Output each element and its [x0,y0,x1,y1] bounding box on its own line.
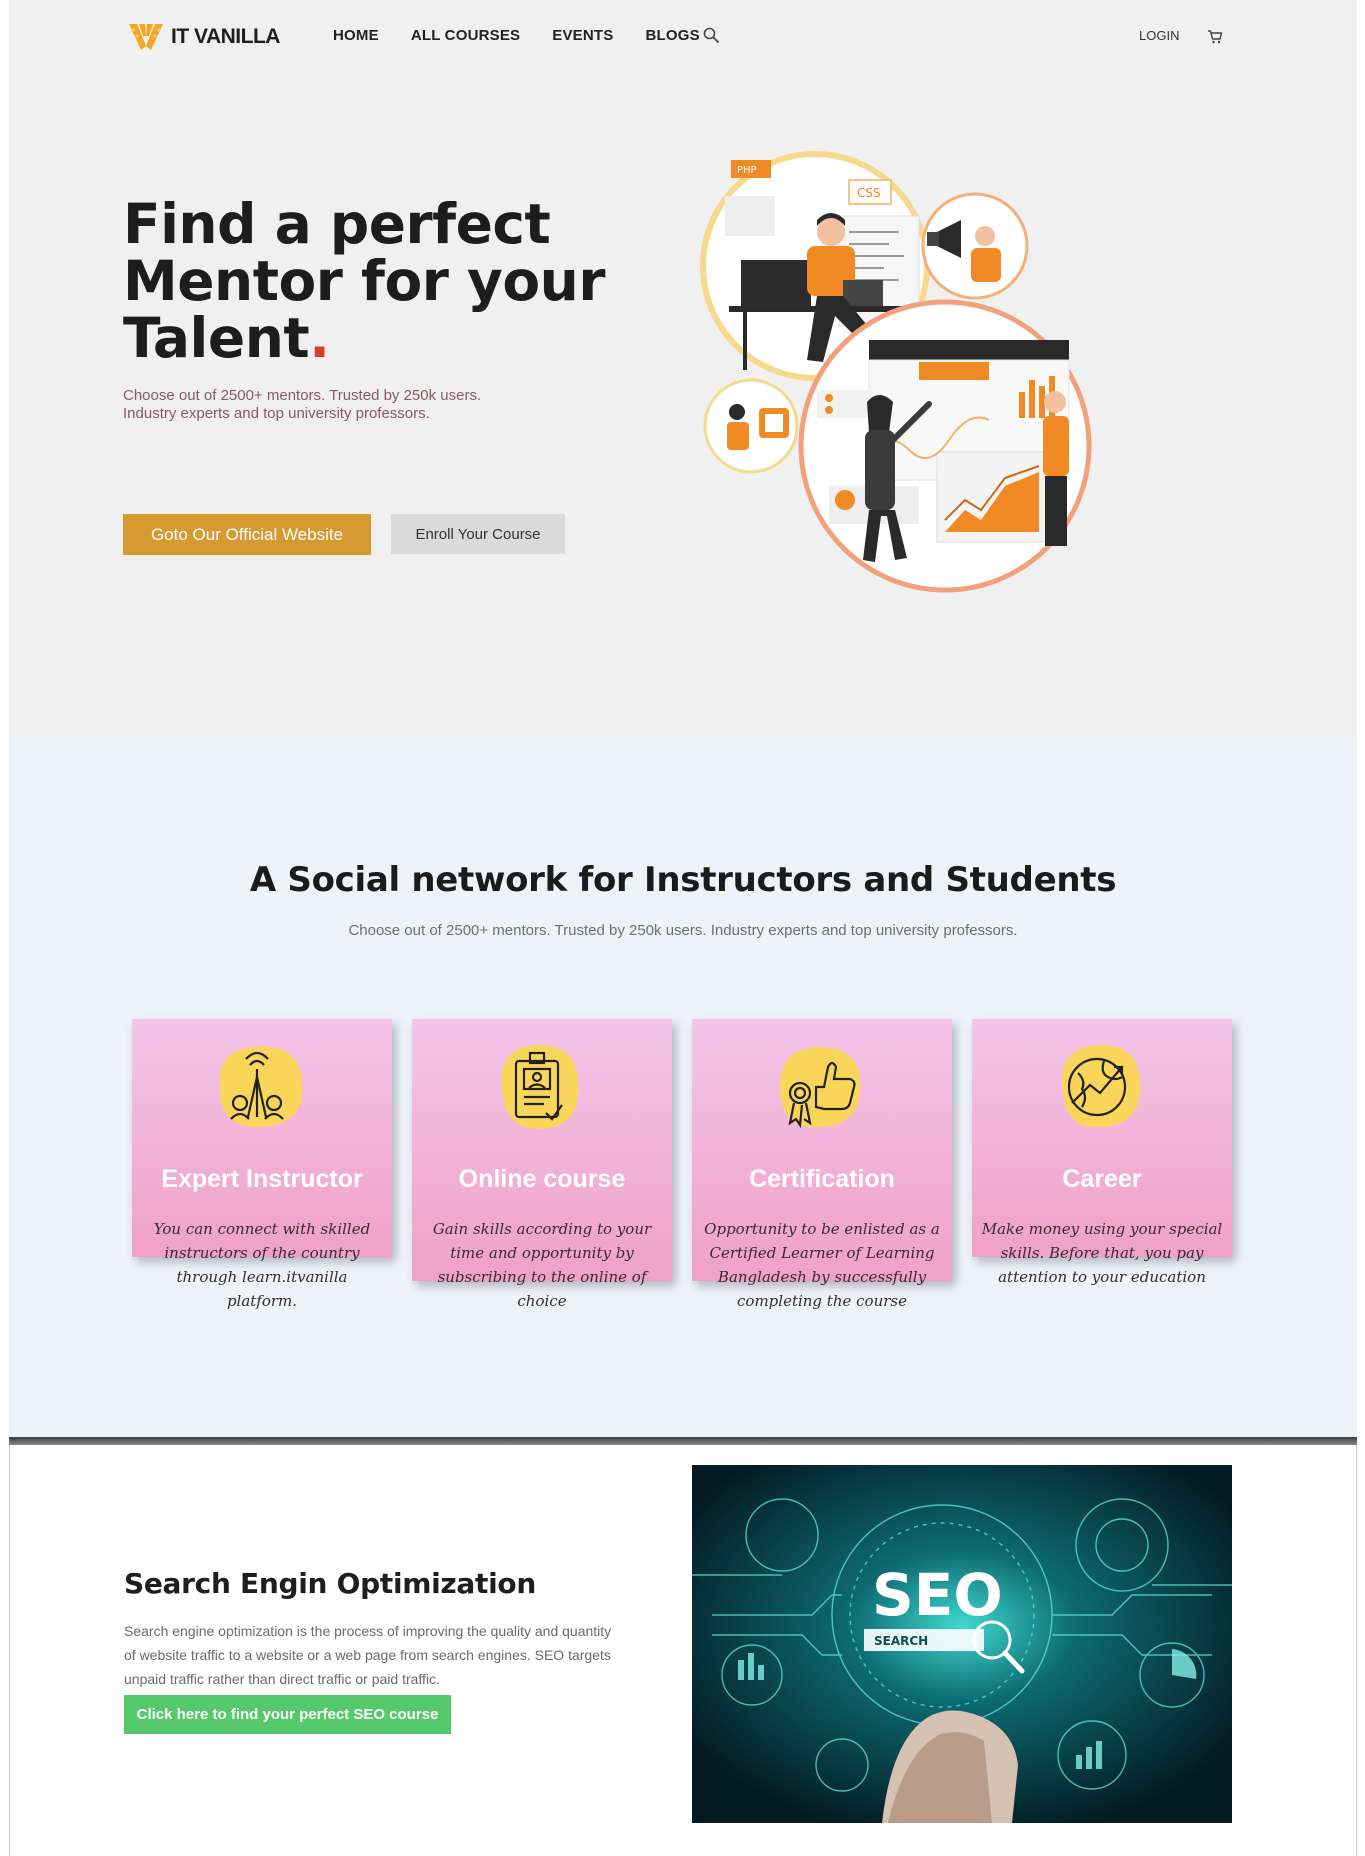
search-icon[interactable] [702,26,720,44]
nav-events[interactable]: EVENTS [552,27,613,44]
badge-thumbs-up-icon [779,1047,861,1129]
seo-section: Search Engin Optimization Search engine … [9,1445,1357,1856]
login-link[interactable]: LOGIN [1139,28,1179,43]
card-title: Expert Instructor [161,1165,363,1193]
hero-subtitle-line1: Choose out of 2500+ mentors. Trusted by … [123,387,482,404]
page-frame: IT VANILLA HOME ALL COURSES EVENTS BLOGS… [9,0,1357,1856]
hero-title-line1: Find a perfect [123,192,551,256]
php-label: PHP [737,165,757,176]
card-title: Career [1062,1165,1142,1193]
nav-home[interactable]: HOME [333,27,379,44]
css-label: CSS [857,186,881,200]
network-people-icon [219,1046,303,1128]
top-navbar: IT VANILLA HOME ALL COURSES EVENTS BLOGS… [9,0,1357,74]
brand-name: IT VANILLA [171,25,280,48]
nav-blogs[interactable]: BLOGS [645,27,699,44]
card-text: Opportunity to be enlisted as a Certifie… [704,1220,940,1310]
logo-icon [129,24,163,50]
megaphone-scene [921,192,1029,300]
section-title: A Social network for Instructors and Stu… [249,860,1117,900]
section-subtitle: Choose out of 2500+ mentors. Trusted by … [348,922,1018,939]
card-text: Gain skills according to your time and o… [432,1220,652,1310]
hero-subtitle-line2: Industry experts and top university prof… [123,405,430,422]
hero-title-dot: . [309,306,330,370]
hero-title: Find a perfect Mentor for your Talent. [123,196,643,367]
social-network-section: A Social network for Instructors and Stu… [9,736,1357,1443]
seo-course-button[interactable]: Click here to find your perfect SEO cour… [124,1695,451,1734]
card-online-course[interactable]: Online course Gain skills according to y… [412,1019,672,1310]
brand-logo[interactable]: IT VANILLA [127,20,280,54]
hero-section: IT VANILLA HOME ALL COURSES EVENTS BLOGS… [9,0,1357,736]
page: IT VANILLA HOME ALL COURSES EVENTS BLOGS… [0,0,1365,1856]
card-title: Online course [458,1165,626,1193]
globe-growth-icon [1061,1044,1141,1128]
card-career[interactable]: Career Make money using your special ski… [972,1019,1232,1286]
card-text: Make money using your special skills. Be… [981,1220,1223,1286]
seo-image: SEO SEARCH [692,1465,1232,1823]
seo-image-title: SEO [872,1561,1003,1629]
seo-image-label: SEARCH [874,1634,928,1648]
main-nav: HOME ALL COURSES EVENTS BLOGS [333,27,700,44]
hero-title-line3: Talent [123,306,310,370]
hero-illustration: PHP CSS [700,151,1092,593]
student-phone-scene [703,378,799,474]
seo-title: Search Engin Optimization [124,1567,536,1600]
hero-subtitle: Choose out of 2500+ mentors. Trusted by … [123,387,543,423]
nav-all-courses[interactable]: ALL COURSES [411,27,520,44]
id-card-icon [501,1045,579,1129]
seo-description: Search engine optimization is the proces… [124,1623,612,1687]
official-website-button[interactable]: Goto Our Official Website [123,514,371,555]
analytics-scene [798,299,1092,593]
card-expert-instructor[interactable]: Expert Instructor You can connect with s… [132,1019,392,1310]
cart-icon[interactable] [1206,27,1224,45]
hero-title-line2: Mentor for your [123,249,605,313]
card-text: You can connect with skilled instructors… [153,1220,371,1310]
enroll-course-button[interactable]: Enroll Your Course [391,514,565,554]
card-title: Certification [749,1165,895,1193]
feature-cards: Expert Instructor You can connect with s… [132,1019,1242,1319]
card-certification[interactable]: Certification Opportunity to be enlisted… [692,1019,952,1310]
section-divider [9,1437,1357,1445]
